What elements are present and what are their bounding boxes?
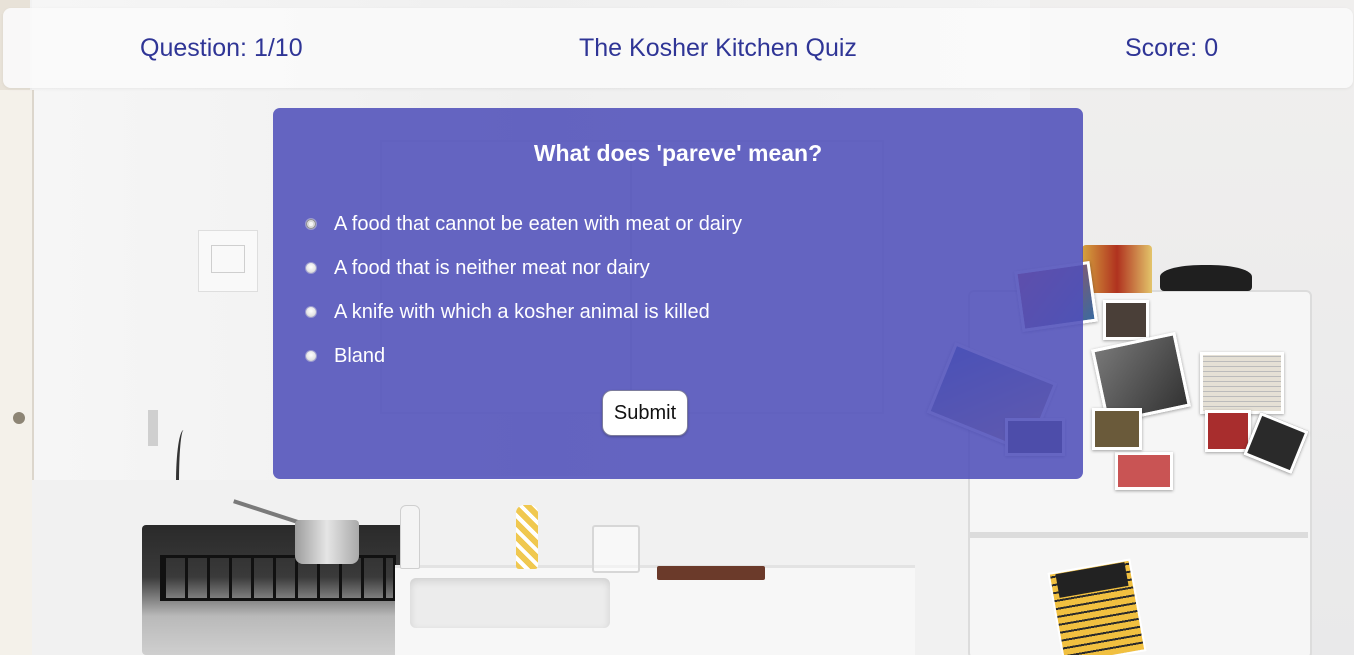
radio-button[interactable]	[305, 306, 317, 318]
answer-option[interactable]: A food that cannot be eaten with meat or…	[303, 202, 1063, 246]
fridge-clipping	[1200, 352, 1284, 414]
quiz-title: The Kosher Kitchen Quiz	[579, 34, 857, 62]
fridge-photo	[1205, 410, 1251, 452]
fridge-top-pot	[1160, 265, 1252, 291]
quiz-page: Question: 1/10 The Kosher Kitchen Quiz S…	[0, 0, 1354, 655]
score-display: Score: 0	[1125, 34, 1219, 62]
quiz-header: Question: 1/10 The Kosher Kitchen Quiz S…	[3, 8, 1353, 88]
cutting-board	[657, 566, 765, 580]
question-counter: Question: 1/10	[140, 34, 303, 62]
stove-grate	[160, 555, 396, 601]
quiz-card: What does 'pareve' mean? A food that can…	[273, 108, 1083, 479]
answer-option[interactable]: Bland	[303, 334, 1063, 378]
door-knob	[13, 412, 25, 424]
answer-label: A knife with which a kosher animal is ki…	[334, 301, 710, 323]
answer-label: A food that is neither meat nor dairy	[334, 257, 650, 279]
answer-label: A food that cannot be eaten with meat or…	[334, 213, 743, 235]
fridge-photo	[1115, 452, 1173, 490]
answer-options: A food that cannot be eaten with meat or…	[303, 202, 1063, 378]
refrigerator-seam	[968, 532, 1308, 538]
radio-button[interactable]	[305, 350, 317, 362]
dish-soap-bottle	[516, 505, 538, 569]
answer-option[interactable]: A knife with which a kosher animal is ki…	[303, 290, 1063, 334]
fridge-photo	[1103, 300, 1149, 340]
fridge-photo	[1092, 408, 1142, 450]
wall-outlet	[148, 410, 158, 446]
answer-option[interactable]: A food that is neither meat nor dairy	[303, 246, 1063, 290]
answer-label: Bland	[334, 345, 386, 367]
drinking-glass	[592, 525, 640, 573]
radio-button[interactable]	[305, 218, 317, 230]
cooking-pot	[295, 520, 359, 564]
radio-button[interactable]	[305, 262, 317, 274]
submit-button[interactable]: Submit	[602, 390, 688, 436]
soap-bottle	[400, 505, 420, 569]
kitchen-sink	[410, 578, 610, 628]
question-text: What does 'pareve' mean?	[533, 140, 823, 166]
light-switch-plate	[198, 230, 258, 292]
door-trim	[0, 90, 34, 655]
